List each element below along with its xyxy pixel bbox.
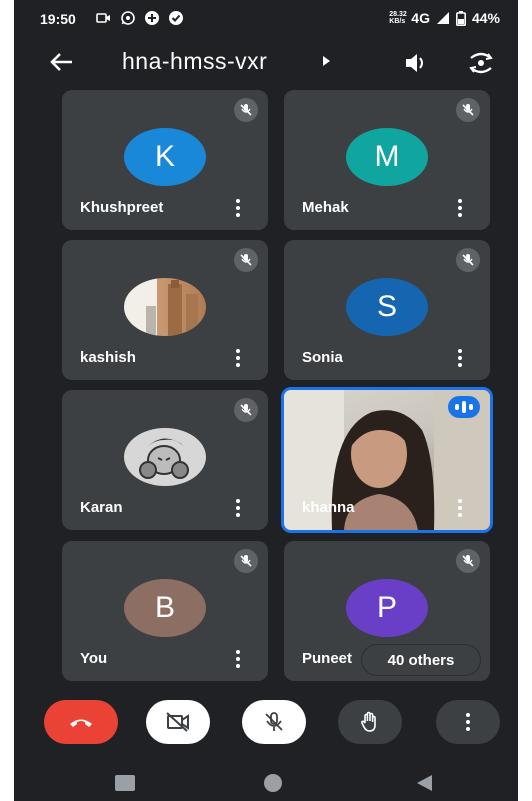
nav-back-icon[interactable] — [414, 773, 434, 793]
videocam-off-icon — [166, 712, 189, 732]
more-vert-icon[interactable] — [456, 498, 464, 518]
more-vert-icon[interactable] — [456, 348, 464, 368]
camera-toggle-button[interactable] — [146, 700, 210, 744]
battery-level: 44% — [471, 10, 500, 26]
participant-tile[interactable]: M Mehak — [284, 90, 490, 230]
participant-name: kashish — [80, 349, 136, 366]
participant-tile-self[interactable]: B You — [62, 541, 268, 681]
avatar: K — [124, 128, 206, 186]
video-notification-icon — [96, 13, 110, 23]
participant-tile[interactable]: Karan — [62, 390, 268, 530]
participant-name: khanna — [302, 499, 355, 516]
building-photo-icon — [146, 280, 198, 336]
avatar-photo — [124, 428, 206, 486]
mic-off-icon — [265, 712, 283, 731]
more-vert-icon — [466, 713, 470, 731]
status-time: 19:50 — [40, 11, 76, 27]
more-vert-icon[interactable] — [234, 348, 242, 368]
mic-off-icon — [456, 549, 480, 573]
mic-off-icon — [234, 248, 258, 272]
check-badge-icon — [169, 11, 183, 25]
participant-name: Puneet — [302, 650, 353, 667]
participant-name: Karan — [80, 499, 123, 516]
caret-right-icon[interactable] — [320, 55, 332, 67]
network-speed: 28.32 KB/s — [389, 11, 407, 25]
mic-off-icon — [456, 98, 480, 122]
recent-apps-icon[interactable] — [115, 775, 135, 791]
participant-tile[interactable]: kashish — [62, 240, 268, 380]
avatar: B — [124, 579, 206, 637]
avatar: M — [346, 128, 428, 186]
avatar: S — [346, 278, 428, 336]
hand-icon — [361, 711, 376, 732]
mic-off-icon — [234, 549, 258, 573]
others-participants-chip[interactable]: 40 others — [362, 645, 480, 675]
participant-name: Mehak — [302, 199, 349, 216]
switch-camera-icon[interactable] — [466, 48, 496, 78]
participant-tile[interactable]: K Khushpreet — [62, 90, 268, 230]
home-icon[interactable] — [264, 774, 282, 792]
more-vert-icon[interactable] — [234, 649, 242, 669]
meeting-header: hna-hmss-vxr — [14, 40, 518, 84]
status-bar: 19:50 28.32 KB/s 4G 44% — [14, 0, 518, 38]
mic-off-icon — [234, 98, 258, 122]
system-nav-bar — [14, 760, 518, 801]
participant-name: Sonia — [302, 349, 343, 366]
speaking-indicator-icon — [448, 396, 480, 418]
mic-off-icon — [234, 398, 258, 422]
participant-name: You — [80, 650, 108, 667]
end-call-button[interactable] — [44, 700, 118, 744]
arrow-back-icon[interactable] — [48, 48, 76, 76]
status-notification-icons — [96, 10, 184, 26]
anime-character-icon — [139, 438, 189, 479]
meet-screen: 19:50 28.32 KB/s 4G 44% hna-hmss-vxr K K… — [14, 0, 518, 801]
participant-tile[interactable]: S Sonia — [284, 240, 490, 380]
mic-toggle-button[interactable] — [242, 700, 306, 744]
status-right: 28.32 KB/s 4G 44% — [389, 10, 500, 26]
battery-icon — [455, 10, 466, 26]
phone-hangup-icon — [70, 719, 92, 727]
speaker-icon[interactable] — [400, 48, 430, 78]
more-vert-icon[interactable] — [234, 198, 242, 218]
avatar-photo — [124, 278, 206, 336]
participant-tile[interactable]: P Puneet 40 others — [284, 541, 490, 681]
more-options-button[interactable] — [436, 700, 500, 744]
network-type: 4G — [411, 10, 430, 26]
game-icon — [145, 11, 159, 25]
call-controls — [14, 694, 518, 754]
more-vert-icon[interactable] — [234, 498, 242, 518]
raise-hand-button[interactable] — [338, 700, 402, 744]
avatar: P — [346, 579, 428, 637]
whatsapp-icon — [121, 11, 135, 25]
mic-off-icon — [456, 248, 480, 272]
meeting-title[interactable]: hna-hmss-vxr — [122, 48, 267, 75]
more-vert-icon[interactable] — [456, 198, 464, 218]
participant-tile-active-speaker[interactable]: khanna — [281, 387, 493, 533]
signal-icon — [436, 12, 449, 24]
participant-name: Khushpreet — [80, 199, 164, 216]
